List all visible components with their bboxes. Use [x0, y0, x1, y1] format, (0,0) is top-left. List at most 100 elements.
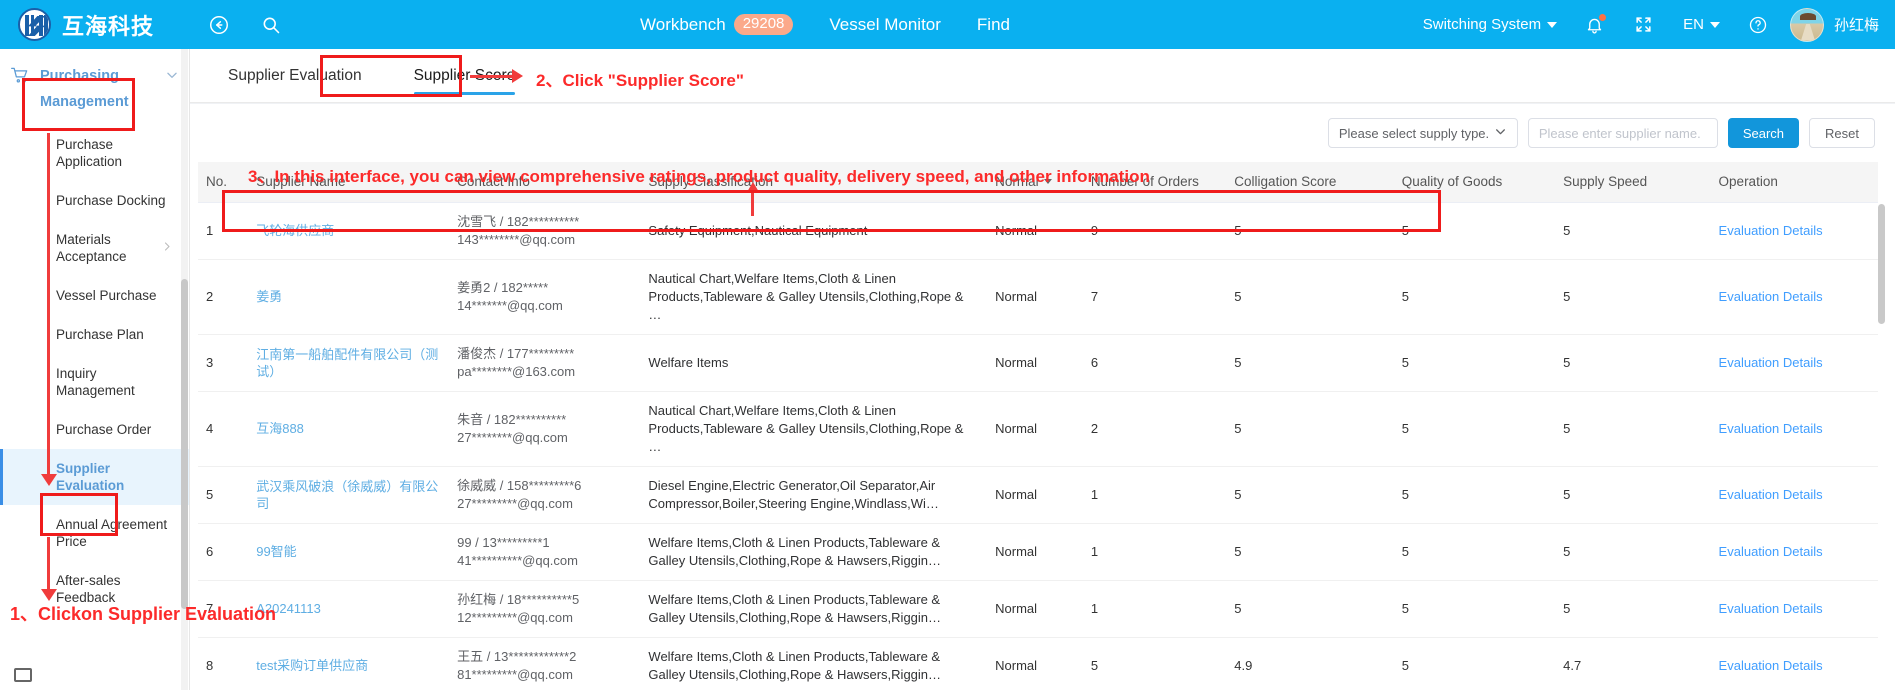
- sidebar-item-vessel-purchase[interactable]: Vessel Purchase: [0, 276, 189, 315]
- supplier-name-link[interactable]: 武汉乘风破浪（徐威威）有限公司: [256, 478, 441, 512]
- cell-no: 3: [198, 334, 249, 392]
- supplier-name-link[interactable]: A20241113: [256, 600, 441, 617]
- notification-bell-icon[interactable]: [1585, 13, 1607, 35]
- cell-quality-of-goods: 5: [1393, 334, 1556, 392]
- cell-supplier-name[interactable]: A20241113: [248, 580, 450, 638]
- cell-operation[interactable]: Evaluation Details: [1710, 202, 1878, 260]
- cell-supplier-name[interactable]: 江南第一船舶配件有限公司（测试）: [248, 334, 450, 392]
- nav-find[interactable]: Find: [977, 15, 1010, 35]
- supply-classification-text: Nautical Chart,Welfare Items,Cloth & Lin…: [648, 270, 964, 322]
- supplier-score-table: No. Supplier Name Contact Info Supply Cl…: [198, 162, 1878, 690]
- evaluation-details-link[interactable]: Evaluation Details: [1719, 421, 1823, 436]
- table-header-row: No. Supplier Name Contact Info Supply Cl…: [198, 162, 1878, 203]
- cell-operation[interactable]: Evaluation Details: [1710, 523, 1878, 581]
- nav-vessel-monitor[interactable]: Vessel Monitor: [829, 15, 941, 35]
- cell-supply-speed: 5: [1555, 391, 1711, 467]
- sidebar-item-purchase-docking[interactable]: Purchase Docking: [0, 181, 189, 220]
- supplier-name-link[interactable]: 姜勇: [256, 288, 441, 305]
- sidebar-item-inquiry-management[interactable]: Inquiry Management: [0, 354, 189, 410]
- collapse-panel-icon[interactable]: [14, 668, 32, 682]
- sidebar-item-annual-agreement-price[interactable]: Annual Agreement Price: [0, 505, 189, 561]
- contact-person-phone: 朱音 / 182**********: [457, 411, 567, 427]
- back-arrow-icon[interactable]: [206, 12, 232, 38]
- cell-number-of-orders: 1: [1082, 580, 1227, 638]
- sidebar-item-supplier-evaluation[interactable]: Supplier Evaluation: [0, 449, 189, 505]
- evaluation-details-link[interactable]: Evaluation Details: [1719, 355, 1823, 370]
- table-row[interactable]: 8 test采购订单供应商 王五 / 13************2 81******…: [198, 637, 1878, 690]
- cell-quality-of-goods: 5: [1393, 466, 1556, 524]
- sidebar-item-purchase-order[interactable]: Purchase Order: [0, 410, 189, 449]
- supplier-name-link[interactable]: 99智能: [256, 543, 441, 560]
- table-row[interactable]: 5 武汉乘风破浪（徐威威）有限公司 徐威威 / 158*********6 27***…: [198, 466, 1878, 524]
- evaluation-details-link[interactable]: Evaluation Details: [1719, 658, 1823, 673]
- table-row[interactable]: 2 姜勇 姜勇2 / 182***** 14*******@qq.com Nautica…: [198, 259, 1878, 335]
- col-status-label: Normal: [995, 174, 1039, 190]
- cell-supplier-name[interactable]: 姜勇: [248, 259, 450, 335]
- supply-classification-text: Welfare Items,Cloth & Linen Products,Tab…: [648, 534, 942, 568]
- cell-quality-of-goods: 5: [1393, 202, 1556, 260]
- supply-type-select[interactable]: Please select supply type.: [1327, 118, 1518, 148]
- evaluation-details-link[interactable]: Evaluation Details: [1719, 223, 1823, 238]
- nav-workbench[interactable]: Workbench 29208: [640, 14, 794, 35]
- table-row[interactable]: 1 飞轮海供应商 沈雪飞 / 182********** 143********@qq…: [198, 202, 1878, 260]
- reset-button[interactable]: Reset: [1809, 118, 1875, 148]
- supplier-name-link[interactable]: test采购订单供应商: [256, 657, 441, 674]
- sidebar-item-purchase-application[interactable]: Purchase Application: [0, 125, 189, 181]
- cell-supply-classification: Welfare Items: [640, 334, 988, 392]
- table-vertical-scrollbar[interactable]: [1878, 204, 1885, 324]
- evaluation-details-link[interactable]: Evaluation Details: [1719, 487, 1823, 502]
- tab-supplier-score[interactable]: Supplier Score: [413, 49, 515, 103]
- supplier-name-input[interactable]: Please enter supplier name.: [1527, 118, 1718, 148]
- cell-supply-classification: Welfare Items,Cloth & Linen Products,Tab…: [640, 637, 988, 690]
- header-nav: Workbench 29208 Vessel Monitor Find: [640, 0, 1010, 49]
- cell-supplier-name[interactable]: 99智能: [248, 523, 450, 581]
- supplier-name-link[interactable]: 飞轮海供应商: [256, 222, 441, 239]
- cell-operation[interactable]: Evaluation Details: [1710, 391, 1878, 467]
- cell-quality-of-goods: 5: [1393, 259, 1556, 335]
- col-status-filter[interactable]: Normal: [987, 162, 1083, 203]
- evaluation-details-link[interactable]: Evaluation Details: [1719, 544, 1823, 559]
- fullscreen-expand-icon[interactable]: [1634, 15, 1653, 34]
- user-name[interactable]: 孙红梅: [1834, 14, 1879, 35]
- supplier-name-link[interactable]: 互海888: [256, 420, 441, 437]
- cell-supplier-name[interactable]: 武汉乘风破浪（徐威威）有限公司: [248, 466, 450, 524]
- cell-operation[interactable]: Evaluation Details: [1710, 466, 1878, 524]
- language-selector[interactable]: EN: [1683, 16, 1720, 33]
- sidebar-item-materials-acceptance[interactable]: Materials Acceptance: [0, 220, 189, 276]
- sidebar-scrollbar[interactable]: [181, 279, 188, 609]
- avatar[interactable]: [1789, 7, 1824, 42]
- sidebar-item-after-sales-feedback[interactable]: After-sales Feedback: [0, 561, 189, 617]
- cell-operation[interactable]: Evaluation Details: [1710, 259, 1878, 335]
- supplier-name-link[interactable]: 江南第一船舶配件有限公司（测试）: [256, 346, 441, 380]
- help-icon[interactable]: [1748, 15, 1768, 35]
- tab-supplier-evaluation[interactable]: Supplier Evaluation: [228, 49, 362, 103]
- evaluation-details-link[interactable]: Evaluation Details: [1719, 601, 1823, 616]
- cell-supply-speed: 5: [1555, 523, 1711, 581]
- chevron-down-icon: [1043, 179, 1052, 185]
- cell-supplier-name[interactable]: 互海888: [248, 391, 450, 467]
- switching-system-dropdown[interactable]: Switching System: [1423, 16, 1558, 33]
- contact-person-phone: 徐威威 / 158*********6: [457, 477, 582, 493]
- cell-operation[interactable]: Evaluation Details: [1710, 334, 1878, 392]
- cell-status: Normal: [987, 391, 1083, 467]
- cell-colligation-score: 5: [1226, 580, 1394, 638]
- cell-supplier-name[interactable]: test采购订单供应商: [248, 637, 450, 690]
- cell-supplier-name[interactable]: 飞轮海供应商: [248, 202, 450, 260]
- sidebar-item-label: Purchase Application: [56, 137, 123, 169]
- cell-operation[interactable]: Evaluation Details: [1710, 637, 1878, 690]
- sidebar-group-label: Purchasing Management: [40, 68, 129, 110]
- search-icon[interactable]: [258, 12, 284, 38]
- table-row[interactable]: 3 江南第一船舶配件有限公司（测试） 潘俊杰 / 177********* pa***…: [198, 334, 1878, 392]
- search-button[interactable]: Search: [1727, 118, 1800, 148]
- cell-operation[interactable]: Evaluation Details: [1710, 580, 1878, 638]
- supply-type-select-value: Please select supply type.: [1338, 125, 1490, 141]
- brand: 互海科技: [18, 8, 154, 41]
- col-contact-info: Contact Info: [449, 162, 641, 203]
- table-row[interactable]: 7 A20241113 孙红梅 / 18**********5 12*********…: [198, 580, 1878, 638]
- sidebar-group-purchasing-management[interactable]: Purchasing Management: [0, 49, 189, 125]
- table-row[interactable]: 6 99智能 99 / 13*********1 41**********@qq.co…: [198, 523, 1878, 581]
- evaluation-details-link[interactable]: Evaluation Details: [1719, 289, 1823, 304]
- table-row[interactable]: 4 互海888 朱音 / 182********** 27********@qq.co…: [198, 391, 1878, 467]
- sidebar-item-purchase-plan[interactable]: Purchase Plan: [0, 315, 189, 354]
- supply-classification-text: Diesel Engine,Electric Generator,Oil Sep…: [648, 477, 939, 511]
